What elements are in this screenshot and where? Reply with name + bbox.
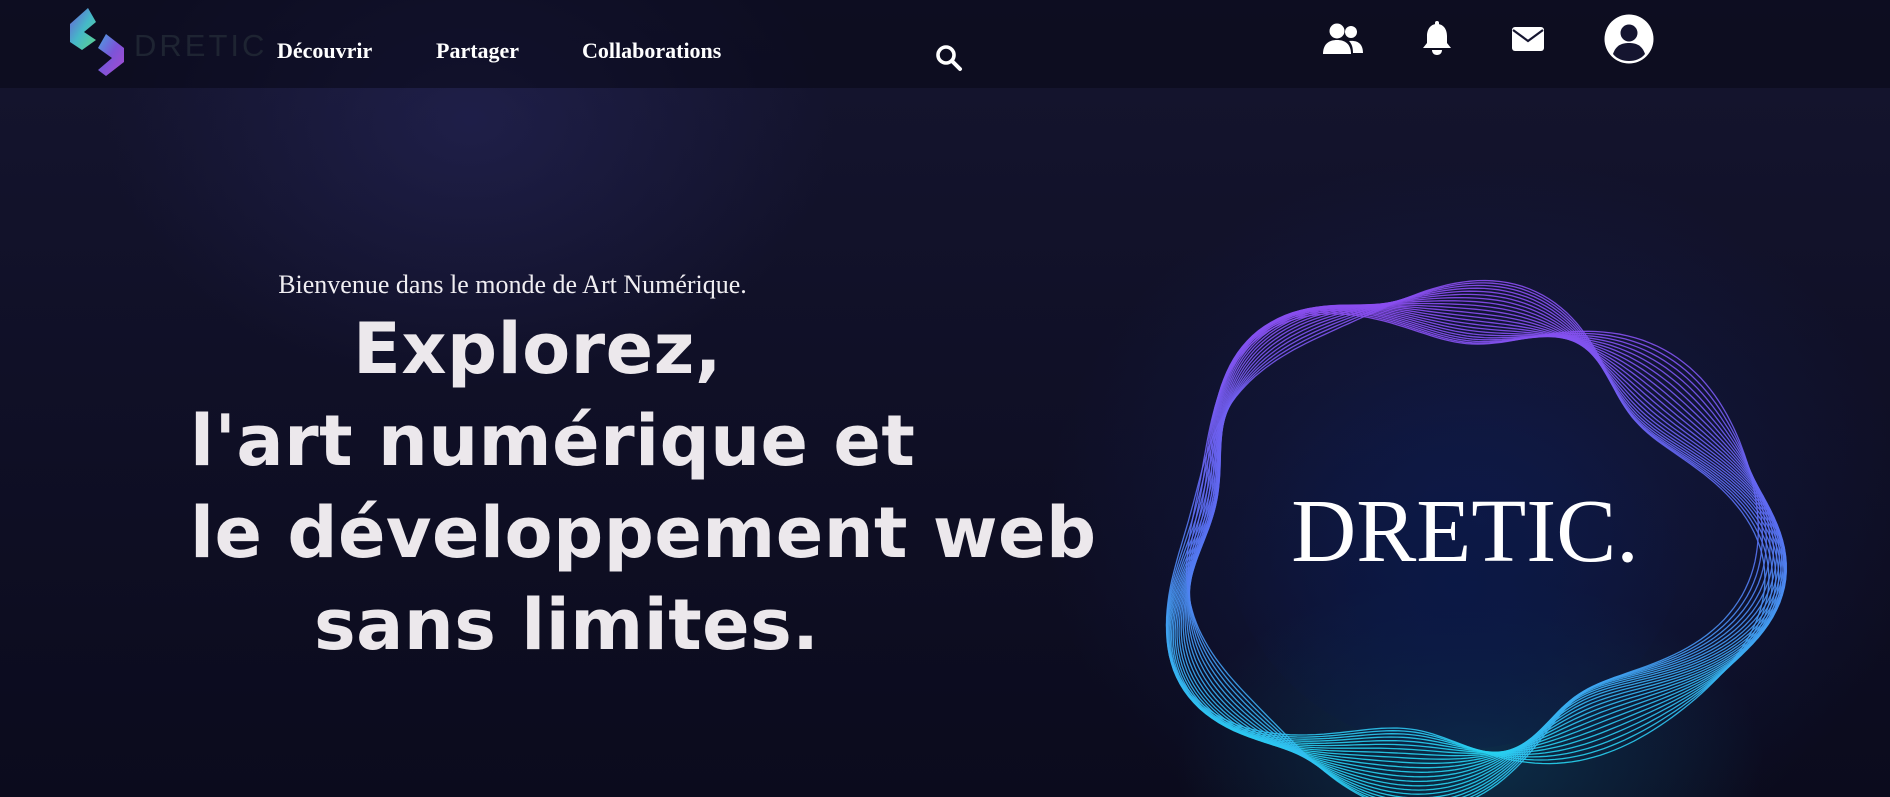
top-navbar: DRETIC Découvrir Partager Collaborations [0, 0, 1890, 88]
nav-link-partager[interactable]: Partager [436, 38, 519, 64]
logo-text: DRETIC [134, 28, 268, 63]
hero-heading-line-4: sans limites. [314, 584, 820, 666]
hero-heading-line-1: Explorez, [353, 308, 722, 390]
logo-mark-icon [70, 8, 124, 76]
hero-heading-line-2: l'art numérique et [190, 400, 916, 482]
search-icon[interactable] [935, 44, 963, 72]
logo[interactable]: DRETIC [62, 4, 264, 80]
hero-heading-line-3: le développement web [190, 492, 1097, 574]
brand-title: DRETIC. [1291, 482, 1639, 581]
bell-icon[interactable] [1422, 20, 1452, 56]
users-icon[interactable] [1322, 22, 1364, 56]
envelope-icon[interactable] [1511, 26, 1545, 52]
page: DRETIC Découvrir Partager Collaborations [0, 0, 1890, 797]
welcome-text: Bienvenue dans le monde de Art Numérique… [278, 270, 747, 299]
user-circle-icon[interactable] [1604, 14, 1654, 64]
nav-link-collaborations[interactable]: Collaborations [582, 38, 721, 64]
nav-link-decouvrir[interactable]: Découvrir [277, 38, 372, 64]
